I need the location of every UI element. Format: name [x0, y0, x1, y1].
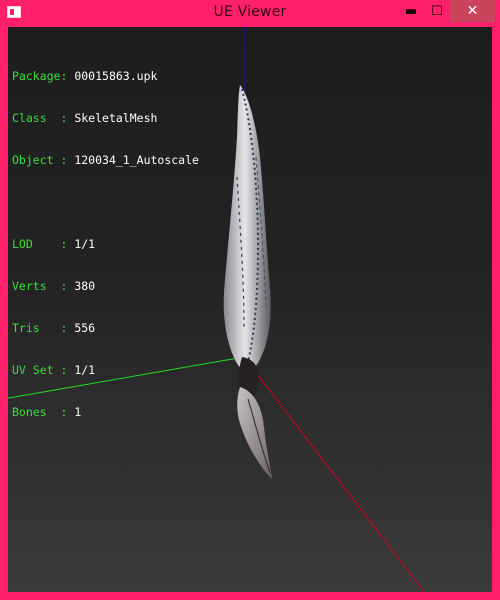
info-line-uvset: UV Set : 1/1: [12, 363, 96, 377]
minimize-button[interactable]: ▬: [398, 0, 424, 22]
maximize-button[interactable]: ☐: [424, 0, 450, 22]
title-bar[interactable]: UE Viewer ▬ ☐ ✕: [0, 0, 500, 27]
app-window: UE Viewer ▬ ☐ ✕ Package: 00015863.upk Cl…: [0, 0, 500, 600]
info-line-lod: LOD : 1/1: [12, 237, 96, 251]
3d-viewport[interactable]: Package: 00015863.upk Class : SkeletalMe…: [8, 27, 492, 592]
info-line-tris: Tris : 556: [12, 321, 96, 335]
close-button[interactable]: ✕: [450, 0, 495, 22]
info-line-package: Package: 00015863.upk: [12, 69, 158, 83]
mesh-info-panel: Package: 00015863.upk Class : SkeletalMe…: [12, 41, 199, 447]
skeletal-mesh-model: [223, 85, 272, 479]
axis-x-line: [243, 356, 425, 592]
info-line-class: Class : SkeletalMesh: [12, 111, 158, 125]
info-line-verts: Verts : 380: [12, 279, 96, 293]
info-line-object: Object : 120034_1_Autoscale: [12, 153, 199, 167]
info-line-bones: Bones : 1: [12, 405, 82, 419]
